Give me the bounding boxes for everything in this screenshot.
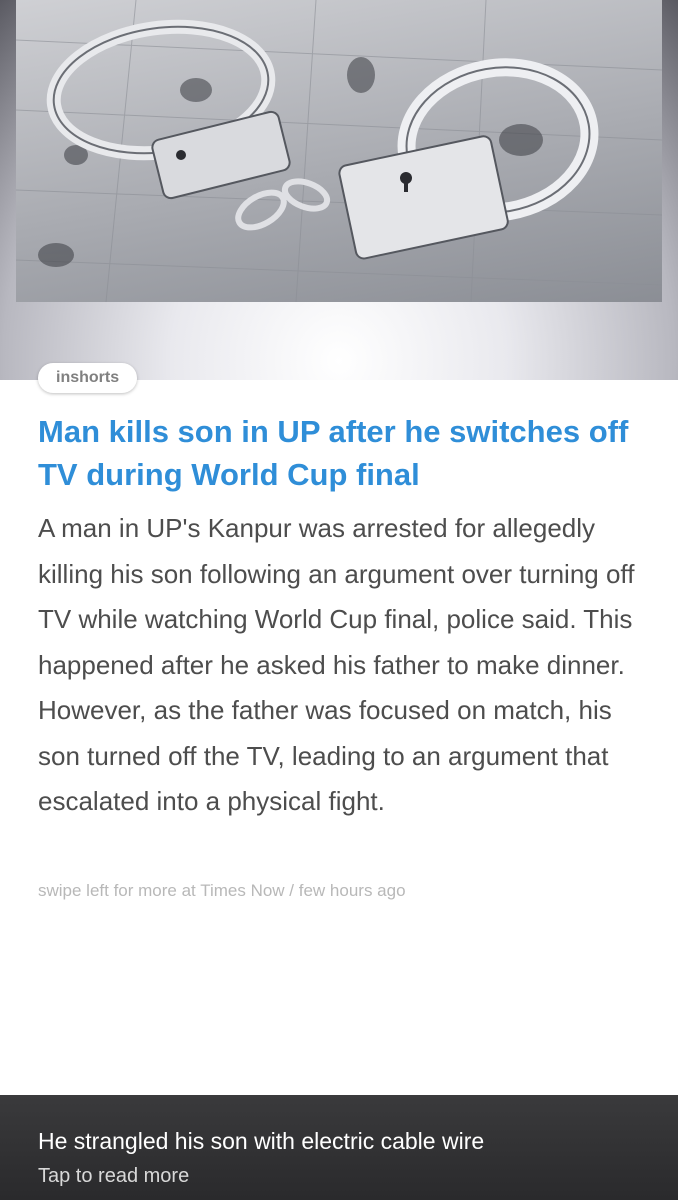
hero-image-area (0, 0, 678, 380)
article-headline[interactable]: Man kills son in UP after he switches of… (38, 410, 638, 496)
read-more-footer[interactable]: He strangled his son with electric cable… (0, 1095, 678, 1200)
source-tag[interactable]: inshorts (38, 363, 138, 393)
handcuffs-illustration (16, 0, 662, 302)
article-body: A man in UP's Kanpur was arrested for al… (38, 513, 635, 816)
article-meta[interactable]: swipe left for more at Times Now / few h… (38, 879, 638, 903)
article-card[interactable]: Man kills son in UP after he switches of… (0, 380, 678, 1095)
article-photo[interactable] (16, 0, 662, 302)
footer-teaser-title[interactable]: He strangled his son with electric cable… (38, 1125, 658, 1157)
tap-to-read-more-link[interactable]: Tap to read more (38, 1162, 658, 1190)
